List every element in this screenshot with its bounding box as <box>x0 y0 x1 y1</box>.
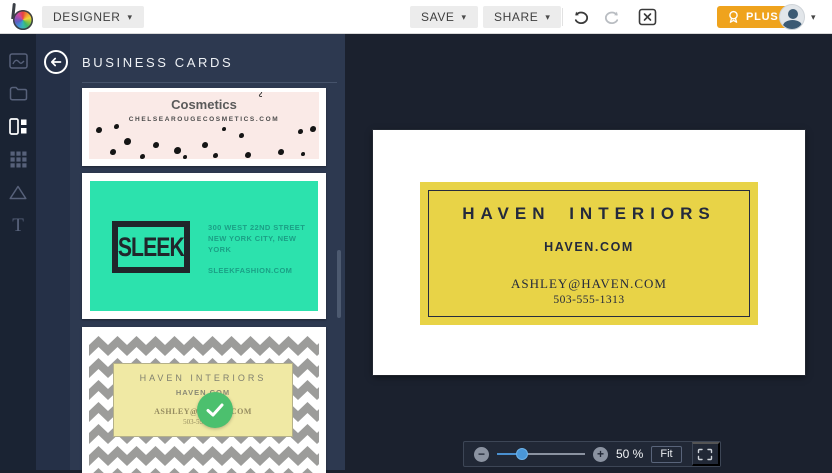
sidebar-item-text[interactable]: T <box>0 209 36 242</box>
fit-label: Fit <box>660 448 673 460</box>
card-company-text[interactable]: HAVEN INTERIORS <box>420 204 758 224</box>
caret-down-icon: ▾ <box>461 11 467 22</box>
close-box-icon <box>638 8 657 26</box>
redo-icon <box>603 9 621 25</box>
share-label: SHARE <box>494 10 539 24</box>
chevron-pattern: HAVEN INTERIORS HAVEN.COM ASHLEY@HAVEN.C… <box>89 334 319 473</box>
card-yellow-panel[interactable]: HAVEN INTERIORS HAVEN.COM ASHLEY@HAVEN.C… <box>420 182 758 325</box>
sleek-logo-box: SLEEK <box>112 221 190 273</box>
panel-title: BUSINESS CARDS <box>82 55 234 70</box>
sleek-address-line2: NEW YORK CITY, NEW YORK <box>208 233 297 254</box>
card-website-text[interactable]: HAVEN.COM <box>420 240 758 254</box>
user-avatar[interactable] <box>779 4 805 30</box>
sidebar-item-graphics[interactable] <box>0 176 36 209</box>
zoom-out-button[interactable]: − <box>474 446 489 462</box>
card-email-text[interactable]: ASHLEY@HAVEN.COM <box>420 276 758 292</box>
zoom-slider[interactable] <box>497 447 585 462</box>
back-button[interactable] <box>44 50 68 74</box>
caret-down-icon: ▾ <box>545 11 551 22</box>
template-brand-text: Cosmetics <box>171 97 237 112</box>
plus-upgrade-button[interactable]: PLUS <box>717 6 789 28</box>
zoom-toolbar: − + 50 % Fit <box>463 441 721 467</box>
zoom-percentage: 50 % <box>616 447 644 461</box>
arrow-left-icon <box>50 57 62 67</box>
designer-label: DESIGNER <box>53 10 121 24</box>
plus-icon: + <box>596 446 604 461</box>
template-thumbnail-haven[interactable]: HAVEN INTERIORS HAVEN.COM ASHLEY@HAVEN.C… <box>82 327 326 473</box>
sidebar-item-folder[interactable] <box>0 77 36 110</box>
templates-layout-icon <box>9 118 27 135</box>
caret-down-icon: ▾ <box>127 11 133 22</box>
share-button[interactable]: SHARE ▾ <box>483 6 562 28</box>
sleek-card-face: SLEEK 300 WEST 22ND STREET NEW YORK CITY… <box>90 181 318 311</box>
sidebar-item-elements[interactable] <box>0 143 36 176</box>
zoom-in-button[interactable]: + <box>593 446 608 462</box>
toolbar-divider <box>562 8 563 26</box>
save-button[interactable]: SAVE ▾ <box>410 6 478 28</box>
sleek-logo-text: SLEEK <box>118 231 185 262</box>
avatar-shoulders <box>783 19 802 29</box>
text-icon: T <box>12 215 24 236</box>
save-label: SAVE <box>421 10 455 24</box>
close-project-button[interactable] <box>636 7 658 27</box>
sleek-contact-block: 300 WEST 22ND STREET NEW YORK CITY, NEW … <box>208 223 318 275</box>
logo-color-wheel-icon <box>13 10 33 30</box>
card-phone-text[interactable]: 503-555-1313 <box>420 294 758 306</box>
sidebar-item-image[interactable] <box>0 44 36 77</box>
folder-icon <box>9 86 28 101</box>
business-card-artboard[interactable]: HAVEN INTERIORS HAVEN.COM ASHLEY@HAVEN.C… <box>373 130 805 375</box>
panel-scrollbar[interactable] <box>337 250 341 318</box>
tools-sidebar: T <box>0 34 36 470</box>
sidebar-item-templates[interactable] <box>0 110 36 143</box>
badge-icon <box>727 10 740 24</box>
undo-icon <box>572 9 590 25</box>
template-thumbnail-sleek[interactable]: SLEEK 300 WEST 22ND STREET NEW YORK CITY… <box>82 173 326 319</box>
fit-to-screen-button[interactable] <box>691 442 720 466</box>
redo-button[interactable] <box>601 7 623 27</box>
avatar-head <box>787 9 798 19</box>
account-caret-down-icon[interactable]: ▾ <box>811 12 816 23</box>
panel-back-strip <box>36 34 70 470</box>
selected-check-badge <box>197 392 233 428</box>
minus-icon: − <box>477 446 485 461</box>
fit-button[interactable]: Fit <box>651 445 682 463</box>
cosmetics-card-face: Cosmetics CHELSEAROUGECOSMETICS.COM <box>89 92 319 159</box>
undo-button[interactable] <box>570 7 592 27</box>
templates-panel: BUSINESS CARDS Cosmetics CHELSEAROUGECOS… <box>36 34 345 473</box>
sleek-address-line1: 300 WEST 22ND STREET <box>208 223 306 232</box>
template-thumbnail-cosmetics[interactable]: Cosmetics CHELSEAROUGECOSMETICS.COM <box>82 88 326 166</box>
slider-handle[interactable] <box>515 448 528 460</box>
triangle-icon <box>9 185 27 200</box>
top-toolbar: DESIGNER ▾ SAVE ▾ SHARE ▾ PLUS ▾ <box>0 0 832 34</box>
plus-label: PLUS <box>746 11 779 23</box>
panel-divider <box>82 82 337 83</box>
grid-icon <box>10 151 27 168</box>
befunky-logo[interactable] <box>8 2 36 31</box>
haven-thumb-company: HAVEN INTERIORS <box>139 373 267 383</box>
cosmetics-dots <box>89 117 319 159</box>
design-canvas[interactable]: HAVEN INTERIORS HAVEN.COM ASHLEY@HAVEN.C… <box>345 34 832 470</box>
check-icon <box>206 403 224 417</box>
image-icon <box>8 52 28 69</box>
sleek-website-text: SLEEKFASHION.COM <box>208 265 293 275</box>
expand-screen-icon <box>697 448 713 461</box>
designer-menu-button[interactable]: DESIGNER ▾ <box>42 6 144 28</box>
